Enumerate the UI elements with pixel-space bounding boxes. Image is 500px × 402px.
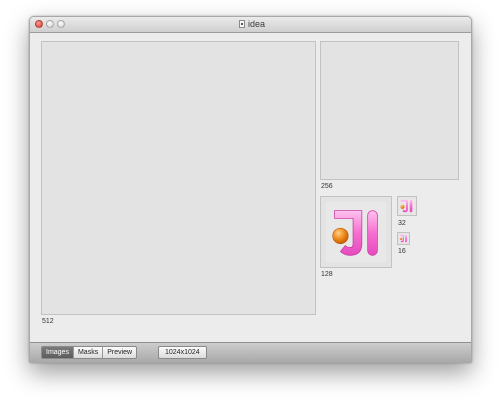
app-icon-32 — [398, 197, 416, 215]
zoom-window-button[interactable] — [57, 20, 65, 28]
size-label-128: 128 — [321, 271, 333, 278]
image-well-512[interactable] — [41, 41, 316, 315]
segment-preview[interactable]: Preview — [103, 347, 136, 358]
document-icon — [239, 20, 245, 28]
close-window-button[interactable] — [35, 20, 43, 28]
size-label-32: 32 — [398, 220, 406, 227]
image-well-256[interactable] — [320, 41, 459, 180]
window-title: idea — [248, 19, 266, 29]
segment-images[interactable]: Images — [42, 347, 74, 358]
segment-masks[interactable]: Masks — [74, 347, 104, 358]
app-window: idea 512 256 128 32 16 Images Masks Prev… — [29, 16, 472, 363]
size-label-512: 512 — [42, 318, 54, 325]
minimize-window-button[interactable] — [46, 20, 54, 28]
image-well-16[interactable] — [397, 232, 410, 245]
title-bar[interactable]: idea — [30, 17, 471, 33]
bottom-toolbar: Images Masks Preview 1024x1024 — [30, 342, 471, 362]
image-well-128[interactable] — [320, 196, 392, 268]
size-label-16: 16 — [398, 248, 406, 255]
image-well-32[interactable] — [397, 196, 417, 216]
app-icon-128 — [325, 201, 387, 263]
app-icon-16 — [398, 233, 409, 244]
resolution-button[interactable]: 1024x1024 — [158, 346, 207, 359]
size-label-256: 256 — [321, 183, 333, 190]
view-mode-segmented-control[interactable]: Images Masks Preview — [41, 346, 138, 359]
